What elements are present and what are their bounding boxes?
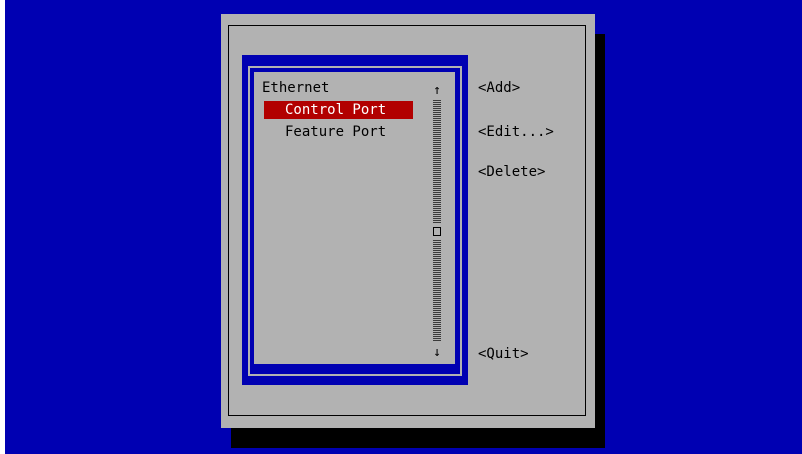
scrollbar-track[interactable] — [433, 100, 441, 342]
list-item-control-port[interactable]: Control Port — [264, 101, 413, 119]
list-group-ethernet: Ethernet — [262, 80, 330, 96]
quit-button[interactable]: <Quit> — [478, 345, 529, 363]
list-item-feature-port[interactable]: Feature Port — [285, 123, 386, 141]
square-thumb-icon — [433, 227, 441, 236]
delete-button[interactable]: <Delete> — [478, 163, 545, 181]
scroll-up-arrow-icon[interactable]: ↑ — [431, 84, 443, 98]
scroll-down-arrow-icon[interactable]: ↓ — [431, 346, 443, 360]
add-button[interactable]: <Add> — [478, 79, 520, 97]
scrollbar-thumb[interactable] — [431, 224, 443, 240]
edit-button[interactable]: <Edit...> — [478, 123, 554, 141]
